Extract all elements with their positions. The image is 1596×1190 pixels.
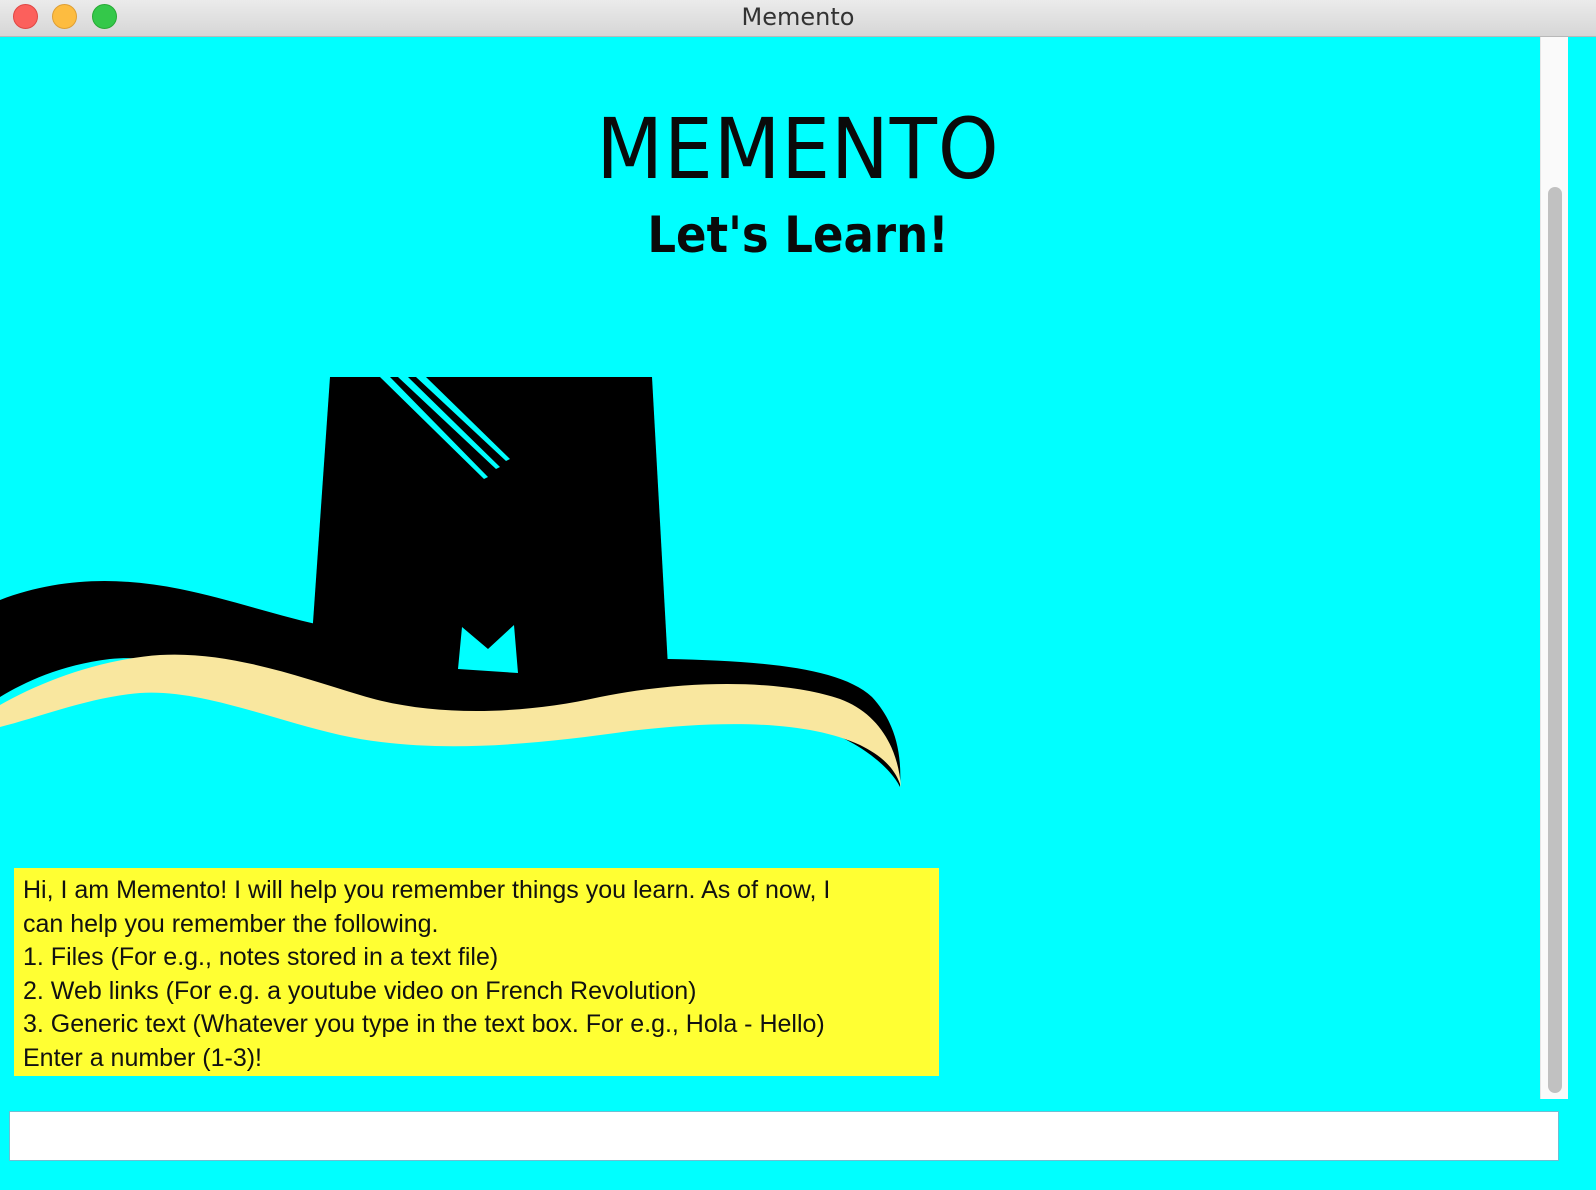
chat-content: MEMENTO Let's Learn! Hi, I am Memento! I…	[0, 37, 1568, 1117]
hat-crown	[312, 377, 668, 667]
message-line: Enter a number (1-3)!	[23, 1043, 262, 1072]
message-line: can help you remember the following.	[23, 909, 439, 938]
message-line: 2. Web links (For e.g. a youtube video o…	[23, 976, 697, 1005]
scrollbar-thumb[interactable]	[1548, 187, 1562, 1093]
title-bar: Memento	[0, 0, 1596, 37]
bot-message: Hi, I am Memento! I will help you rememb…	[14, 868, 939, 1076]
page-subtitle: Let's Learn!	[647, 206, 949, 264]
input-area	[0, 1099, 1596, 1190]
message-line: Hi, I am Memento! I will help you rememb…	[23, 876, 831, 904]
memento-hat-logo-icon	[0, 377, 901, 787]
message-input[interactable]	[9, 1111, 1559, 1161]
message-line: 3. Generic text (Whatever you type in th…	[23, 1010, 825, 1038]
window-title: Memento	[741, 3, 855, 31]
page-title: MEMENTO	[596, 100, 1000, 198]
app-window: Memento MEMENTO Let's Learn! Hi, I am Me…	[0, 0, 1596, 1190]
message-line: 1. Files (For e.g., notes stored in a te…	[23, 943, 499, 971]
vertical-scrollbar[interactable]	[1540, 37, 1568, 1099]
